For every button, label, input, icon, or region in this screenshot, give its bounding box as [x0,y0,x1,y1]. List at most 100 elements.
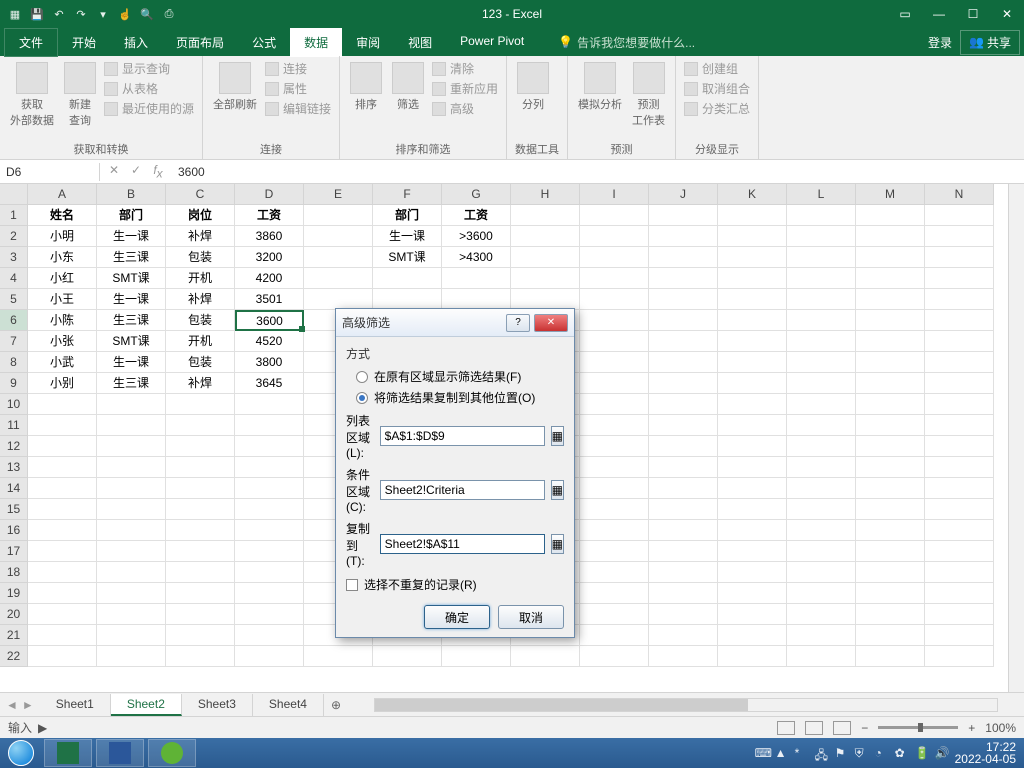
sheet-tab[interactable]: Sheet1 [40,694,111,716]
cell[interactable] [718,499,787,520]
criteria-range-picker-icon[interactable]: ▦ [551,480,564,500]
cell[interactable] [925,268,994,289]
add-sheet-button[interactable]: ⊕ [324,698,348,712]
enter-formula-icon[interactable]: ✓ [126,163,146,180]
ribbon-small-button[interactable]: 取消组合 [684,80,750,97]
cell[interactable] [925,352,994,373]
cell[interactable] [856,520,925,541]
cell[interactable] [787,457,856,478]
cell[interactable] [925,205,994,226]
cell[interactable] [718,625,787,646]
cell[interactable] [235,562,304,583]
cell[interactable] [925,415,994,436]
cell[interactable] [856,646,925,667]
cell[interactable] [235,478,304,499]
row-header[interactable]: 12 [0,436,28,457]
cell[interactable]: 小别 [28,373,97,394]
row-header[interactable]: 1 [0,205,28,226]
cell[interactable] [166,520,235,541]
column-header[interactable]: G [442,184,511,205]
cell[interactable] [373,646,442,667]
cell[interactable] [925,289,994,310]
cell[interactable] [718,268,787,289]
tray-ime-icon[interactable]: ⌨ [755,746,769,760]
cell[interactable] [718,583,787,604]
cell[interactable] [166,646,235,667]
dialog-titlebar[interactable]: 高级筛选 ? ✕ [336,309,574,337]
cell[interactable] [718,352,787,373]
copy-to-input[interactable] [380,534,545,554]
macro-record-icon[interactable]: ▶ [38,721,47,735]
cell[interactable] [511,289,580,310]
cell[interactable] [856,331,925,352]
column-header[interactable]: J [649,184,718,205]
cell[interactable] [787,247,856,268]
tab-nav-prev-icon[interactable]: ◄ [6,698,18,712]
cell[interactable] [304,226,373,247]
tray-action-center-icon[interactable]: ▲ [775,746,789,760]
cell[interactable] [511,247,580,268]
maximize-icon[interactable]: ☐ [956,0,990,28]
cell[interactable] [235,457,304,478]
tray-shield-icon[interactable]: ⛨ [855,746,869,760]
cell[interactable] [925,310,994,331]
cell[interactable] [925,436,994,457]
cell[interactable] [718,331,787,352]
row-header[interactable]: 13 [0,457,28,478]
fx-icon[interactable]: fx [148,163,168,180]
cell[interactable] [166,499,235,520]
cell[interactable] [787,604,856,625]
row-header[interactable]: 21 [0,625,28,646]
cell[interactable] [787,373,856,394]
formula-bar[interactable]: 3600 [172,163,1024,181]
cell[interactable] [649,415,718,436]
cell[interactable] [787,352,856,373]
cell[interactable] [28,478,97,499]
cell[interactable] [787,289,856,310]
cell[interactable] [304,646,373,667]
cell[interactable] [649,226,718,247]
cell[interactable] [649,268,718,289]
cell[interactable]: 生一课 [97,289,166,310]
cell[interactable] [580,331,649,352]
cell[interactable] [511,226,580,247]
cell[interactable] [442,268,511,289]
cell[interactable] [718,373,787,394]
cell[interactable] [856,205,925,226]
cell[interactable]: SMT课 [373,247,442,268]
cell[interactable] [235,604,304,625]
cell[interactable] [580,646,649,667]
cell[interactable] [97,604,166,625]
cancel-formula-icon[interactable]: ✕ [104,163,124,180]
cell[interactable] [166,604,235,625]
ribbon-small-button[interactable]: 创建组 [684,60,750,77]
zoom-in-icon[interactable]: + [968,721,975,735]
cell[interactable] [856,310,925,331]
cell[interactable] [856,373,925,394]
sheet-tab[interactable]: Sheet3 [182,694,253,716]
cell[interactable]: 3200 [235,247,304,268]
list-range-picker-icon[interactable]: ▦ [551,426,564,446]
cell[interactable] [28,415,97,436]
cell[interactable]: 生一课 [97,226,166,247]
cell[interactable] [787,268,856,289]
cell[interactable] [28,499,97,520]
cell[interactable] [649,247,718,268]
cell[interactable]: 生一课 [373,226,442,247]
column-header[interactable]: D [235,184,304,205]
ribbon-button[interactable]: 排序 [348,60,384,114]
tab-nav-next-icon[interactable]: ► [22,698,34,712]
cell[interactable] [580,499,649,520]
cell[interactable] [28,583,97,604]
cell[interactable]: 小东 [28,247,97,268]
cell[interactable] [649,646,718,667]
cell[interactable]: >4300 [442,247,511,268]
cell[interactable]: 小武 [28,352,97,373]
column-header[interactable]: E [304,184,373,205]
cell[interactable] [580,520,649,541]
cell[interactable] [580,352,649,373]
cell[interactable] [925,625,994,646]
tray-network-icon[interactable]: 🖧 [815,746,829,760]
column-header[interactable]: F [373,184,442,205]
cell[interactable] [235,436,304,457]
